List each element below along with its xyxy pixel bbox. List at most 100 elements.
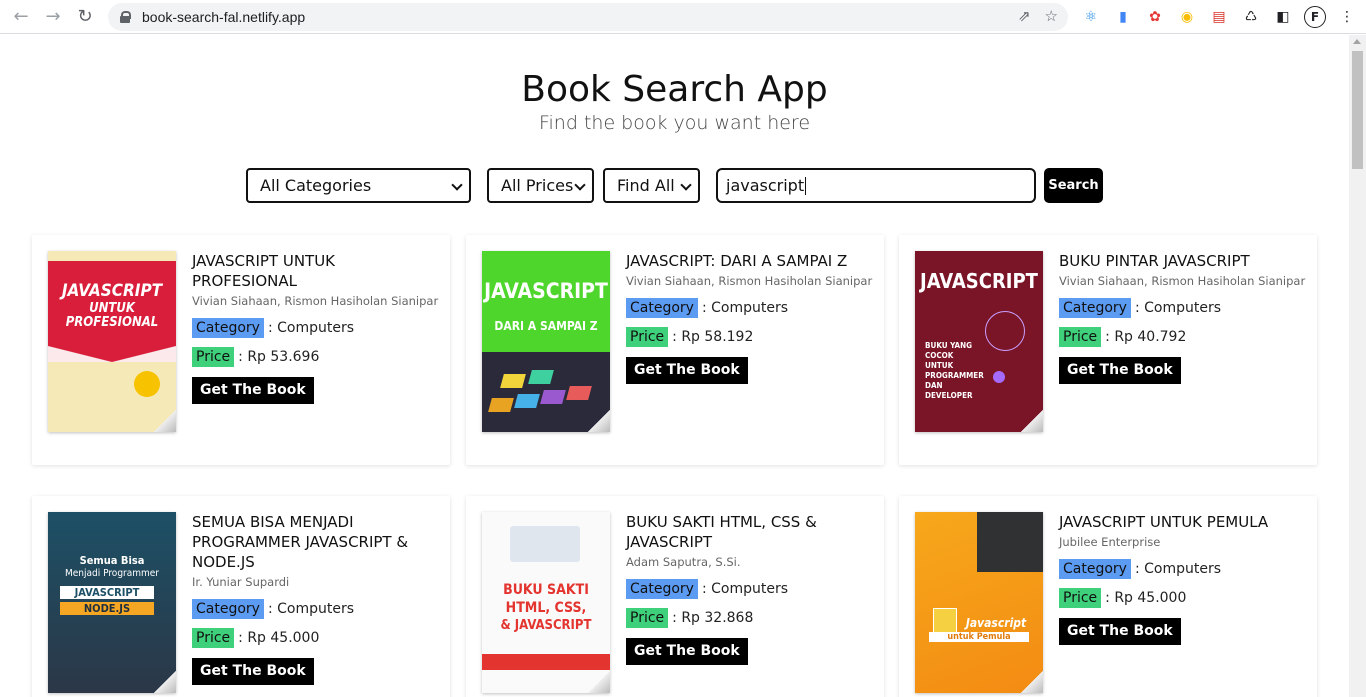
find-select-value: Find All <box>617 176 675 195</box>
book-cover[interactable]: JAVASCRIPT BUKU YANG COCOK UNTUK PROGRAM… <box>915 251 1043 432</box>
cover-title-text: NODE.JS <box>60 602 154 615</box>
book-title: SEMUA BISA MENJADI PROGRAMMER JAVASCRIPT… <box>192 513 409 571</box>
get-book-button[interactable]: Get The Book <box>1059 618 1181 645</box>
book-card: Semua Bisa Menjadi Programmer JAVASCRIPT… <box>32 496 450 697</box>
back-icon[interactable]: ← <box>8 4 34 30</box>
cover-title-text: JAVASCRIPT <box>920 269 1038 293</box>
book-title: BUKU PINTAR JAVASCRIPT <box>1059 252 1250 270</box>
color-wheel-icon[interactable]: ◉ <box>1176 6 1198 28</box>
book-price: : Rp 45.000 <box>238 630 320 646</box>
book-title: JAVASCRIPT UNTUK PEMULA <box>1059 513 1269 531</box>
get-book-button[interactable]: Get The Book <box>1059 357 1181 384</box>
book-category: : Computers <box>267 320 355 336</box>
colorpick-icon[interactable]: ✿ <box>1144 6 1166 28</box>
category-tag: Category <box>1059 298 1131 318</box>
category-tag: Category <box>626 579 698 599</box>
vertical-scrollbar[interactable] <box>1349 35 1366 697</box>
book-cover[interactable]: Javascript untuk Pemula <box>915 512 1043 693</box>
scrollbar-thumb[interactable] <box>1352 51 1363 169</box>
book-price: : Rp 32.868 <box>672 610 754 626</box>
category-tag: Category <box>626 298 698 318</box>
cover-title-text: JAVASCRIPT <box>60 586 154 599</box>
price-tag: Price <box>192 628 235 648</box>
price-select[interactable]: All Prices <box>487 168 594 203</box>
browser-toolbar: ← → ↻ book-search-fal.netlify.app ⇗ ☆ ⚛ … <box>0 0 1366 34</box>
cover-title-text: Semua Bisa <box>79 554 145 567</box>
book-price: : Rp 58.192 <box>672 329 754 345</box>
cover-title-text: Menjadi Programmer <box>65 568 159 579</box>
get-book-button[interactable]: Get The Book <box>192 377 314 404</box>
book-author: Vivian Siahaan, Rismon Hasiholan Sianipa… <box>1059 274 1306 288</box>
book-price: : Rp 53.696 <box>238 349 320 365</box>
page-subtitle: Find the book you want here <box>538 112 811 134</box>
cover-title-text: & JAVASCRIPT <box>500 618 592 633</box>
book-price: : Rp 40.792 <box>1105 329 1187 345</box>
react-devtools-icon[interactable]: ⚛ <box>1080 6 1102 28</box>
search-button[interactable]: Search <box>1044 168 1103 203</box>
url-text: book-search-fal.netlify.app <box>142 9 306 25</box>
book-category: : Computers <box>1134 561 1222 577</box>
docs-extension-icon[interactable]: ▮ <box>1112 6 1134 28</box>
book-cover[interactable]: BUKU SAKTI HTML, CSS, & JAVASCRIPT <box>482 512 610 693</box>
category-select[interactable]: All Categories <box>246 168 471 203</box>
cover-title-text: PROFESIONAL <box>65 315 159 330</box>
price-tag: Price <box>626 327 669 347</box>
book-category: : Computers <box>1134 300 1222 316</box>
book-author: Vivian Siahaan, Rismon Hasiholan Sianipa… <box>626 274 873 288</box>
text-caret <box>805 176 807 195</box>
book-title: JAVASCRIPT UNTUK PROFESIONAL <box>192 252 336 290</box>
book-card: Javascript untuk Pemula JAVASCRIPT UNTUK… <box>899 496 1317 697</box>
page-curl <box>154 410 176 432</box>
category-tag: Category <box>1059 559 1131 579</box>
book-author: Ir. Yuniar Supardi <box>192 575 290 589</box>
cover-title-text: untuk Pemula <box>929 632 1029 642</box>
cover-title-text: UNTUK <box>89 301 135 316</box>
price-tag: Price <box>192 347 235 367</box>
page-viewport: Book Search App Find the book you want h… <box>0 35 1366 697</box>
page-curl <box>588 671 610 693</box>
book-card: JAVASCRIPT DARI A SAMPAI Z JAVASCRIPT: D… <box>466 235 884 465</box>
book-author: Vivian Siahaan, Rismon Hasiholan Sianipa… <box>192 294 439 308</box>
lock-icon <box>120 11 131 23</box>
page-curl <box>1021 671 1043 693</box>
book-cover[interactable]: JAVASCRIPT UNTUK PROFESIONAL <box>48 251 176 432</box>
book-card: BUKU SAKTI HTML, CSS, & JAVASCRIPT BUKU … <box>466 496 884 697</box>
cover-title-text: Javascript <box>965 616 1027 630</box>
book-cover[interactable]: Semua Bisa Menjadi Programmer JAVASCRIPT… <box>48 512 176 693</box>
forward-icon[interactable]: → <box>40 4 66 30</box>
page-curl <box>154 671 176 693</box>
cover-title-text: HTML, CSS, <box>505 600 587 616</box>
cover-title-text: BUKU SAKTI <box>503 582 589 598</box>
extensions-puzzle-icon[interactable]: ♺ <box>1240 6 1262 28</box>
book-cover[interactable]: JAVASCRIPT DARI A SAMPAI Z <box>482 251 610 432</box>
get-book-button[interactable]: Get The Book <box>626 638 748 665</box>
search-input-value: javascript <box>726 176 805 195</box>
book-category: : Computers <box>701 300 789 316</box>
cover-title-text: DARI A SAMPAI Z <box>494 319 598 333</box>
book-category: : Computers <box>701 581 789 597</box>
page-title: Book Search App <box>521 69 828 110</box>
calendar-extension-icon[interactable]: ▤ <box>1208 6 1230 28</box>
book-author: Adam Saputra, S.Si. <box>626 555 741 569</box>
get-book-button[interactable]: Get The Book <box>192 658 314 685</box>
book-card: JAVASCRIPT BUKU YANG COCOK UNTUK PROGRAM… <box>899 235 1317 465</box>
cover-subtitle-text: BUKU YANG COCOK UNTUK PROGRAMMER DAN DEV… <box>925 341 984 400</box>
price-select-value: All Prices <box>501 176 574 195</box>
book-title: BUKU SAKTI HTML, CSS & JAVASCRIPT <box>626 513 817 551</box>
cover-title-text: JAVASCRIPT <box>484 279 608 303</box>
profile-avatar[interactable]: F <box>1304 6 1326 28</box>
search-input[interactable]: javascript <box>716 168 1036 203</box>
get-book-button[interactable]: Get The Book <box>626 357 748 384</box>
address-bar[interactable]: book-search-fal.netlify.app ⇗ ☆ <box>108 3 1068 31</box>
price-tag: Price <box>1059 588 1102 608</box>
category-tag: Category <box>192 318 264 338</box>
side-panel-icon[interactable]: ◧ <box>1272 6 1294 28</box>
book-author: Jubilee Enterprise <box>1059 535 1161 549</box>
bookmark-star-icon[interactable]: ☆ <box>1045 7 1058 25</box>
find-select[interactable]: Find All <box>603 168 700 203</box>
menu-kebab-icon[interactable]: ⋮ <box>1336 6 1358 28</box>
category-tag: Category <box>192 599 264 619</box>
scroll-up-arrow-icon[interactable] <box>1353 39 1361 44</box>
share-icon[interactable]: ⇗ <box>1018 7 1031 25</box>
reload-icon[interactable]: ↻ <box>72 4 98 30</box>
